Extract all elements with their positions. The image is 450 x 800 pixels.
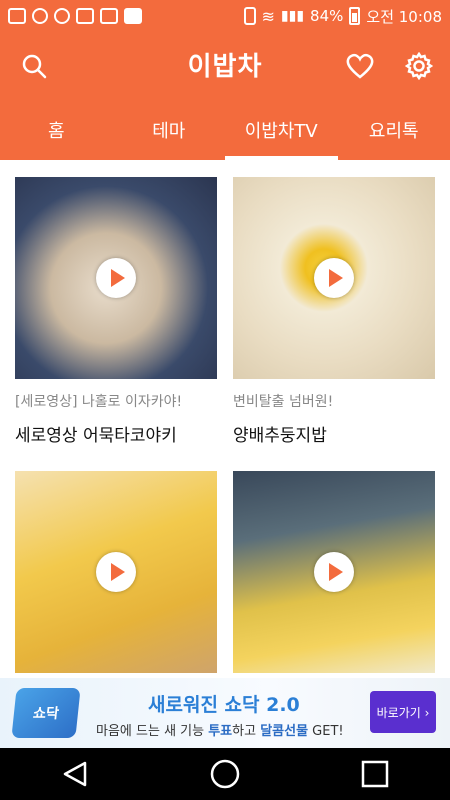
play-icon[interactable] bbox=[314, 258, 354, 298]
status-bar: ≋ ▮▮▮ 84% 오전 10:08 bbox=[0, 0, 450, 32]
play-icon[interactable] bbox=[96, 258, 136, 298]
notification-icons bbox=[8, 8, 142, 24]
video-title: 세로영상 어묵타코야키 bbox=[15, 426, 177, 446]
video-card[interactable] bbox=[233, 471, 435, 678]
recents-button[interactable] bbox=[345, 748, 405, 800]
tab-home[interactable]: 홈 bbox=[0, 100, 113, 160]
home-icon bbox=[210, 759, 240, 789]
heart-icon[interactable] bbox=[344, 50, 376, 82]
video-thumbnail[interactable] bbox=[15, 177, 217, 379]
back-icon bbox=[63, 761, 87, 787]
app-logo[interactable]: 이밥차 bbox=[0, 46, 450, 83]
ad-banner[interactable]: 쇼닥 새로워진 쇼닥 2.0 마음에 드는 새 기능 투표하고 달콤선물 GET… bbox=[0, 678, 450, 748]
signal-icon: ▮▮▮ bbox=[280, 8, 305, 24]
recents-icon bbox=[361, 760, 389, 788]
video-thumbnail[interactable] bbox=[233, 471, 435, 673]
ad-logo: 쇼닥 bbox=[11, 688, 81, 738]
video-card[interactable]: [세로영상] 나홀로 이자카야! 세로영상 어묵타코야키 bbox=[15, 177, 217, 446]
video-card[interactable] bbox=[15, 471, 217, 678]
tab-theme[interactable]: 테마 bbox=[113, 100, 226, 160]
image-icon bbox=[76, 8, 94, 24]
keyhole-icon bbox=[54, 8, 70, 24]
wifi-icon: ≋ bbox=[261, 6, 275, 26]
ad-title: 새로워진 쇼닥 2.0 bbox=[148, 694, 300, 716]
video-card[interactable]: 변비탈출 넘버원! 양배추둥지밥 bbox=[233, 177, 435, 446]
ad-go-button[interactable]: 바로가기 › bbox=[370, 691, 436, 733]
tab-bar: 홈 테마 이밥차TV 요리톡 bbox=[0, 100, 450, 160]
gear-icon[interactable] bbox=[403, 50, 435, 82]
battery-percent: 84% bbox=[310, 7, 344, 25]
message-icon bbox=[8, 8, 26, 24]
play-icon[interactable] bbox=[96, 552, 136, 592]
video-grid: [세로영상] 나홀로 이자카야! 세로영상 어묵타코야키 변비탈출 넘버원! 양… bbox=[0, 160, 450, 678]
video-subtitle: [세로영상] 나홀로 이자카야! bbox=[15, 394, 183, 410]
tab-cooking-talk[interactable]: 요리톡 bbox=[338, 100, 450, 160]
video-title: 양배추둥지밥 bbox=[233, 426, 327, 446]
play-icon[interactable] bbox=[314, 552, 354, 592]
app-square-icon bbox=[124, 8, 142, 24]
home-button[interactable] bbox=[195, 748, 255, 800]
tab-ibapcha-tv[interactable]: 이밥차TV bbox=[225, 100, 338, 160]
battery-icon bbox=[349, 7, 361, 25]
ad-description: 마음에 드는 새 기능 투표하고 달콤선물 GET! bbox=[96, 724, 344, 739]
vibrate-icon bbox=[243, 7, 256, 25]
back-button[interactable] bbox=[45, 748, 105, 800]
chat-icon bbox=[32, 8, 48, 24]
system-nav-bar bbox=[0, 748, 450, 800]
video-thumbnail[interactable] bbox=[15, 471, 217, 673]
app-l-icon bbox=[100, 8, 118, 24]
clock: 오전 10:08 bbox=[366, 7, 442, 26]
app-header: 이밥차 bbox=[0, 32, 450, 100]
video-thumbnail[interactable] bbox=[233, 177, 435, 379]
video-subtitle: 변비탈출 넘버원! bbox=[233, 394, 334, 410]
